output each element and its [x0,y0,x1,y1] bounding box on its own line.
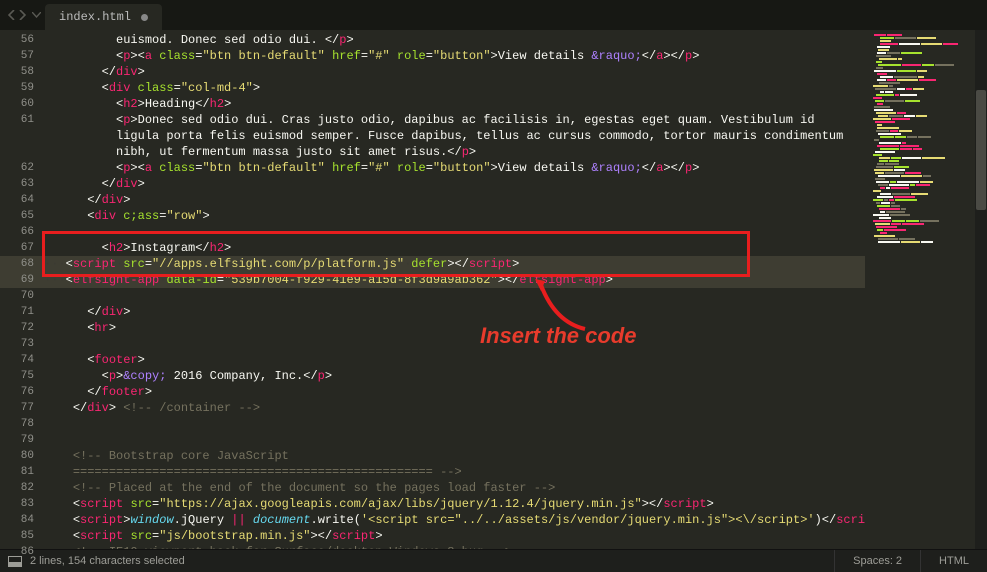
code-line: nibh, ut fermentum massa justo sit amet … [44,144,865,160]
line-number: 73 [0,336,44,352]
line-number: 56 [0,32,44,48]
code-line: <p><a class="btn btn-default" href="#" r… [44,160,865,176]
code-line: </div> [44,304,865,320]
tab-index-html[interactable]: index.html [45,4,162,30]
status-bar: 2 lines, 154 characters selected Spaces:… [0,549,987,572]
code-line: </div> [44,64,865,80]
status-indent[interactable]: Spaces: 2 [834,550,920,572]
line-number [0,144,44,160]
code-line: <!-- Placed at the end of the document s… [44,480,865,496]
code-line: <p>Donec sed odio dui. Cras justo odio, … [44,112,865,128]
code-line: ligula porta felis euismod semper. Fusce… [44,128,865,144]
code-line: <script src="js/bootstrap.min.js"></scri… [44,528,865,544]
status-syntax[interactable]: HTML [920,550,987,572]
code-line: <!-- IE10 viewport hack for Surface/desk… [44,544,865,549]
code-line: ···<script·src="//apps.elfsight.com/p/pl… [44,256,865,272]
line-number: 83 [0,496,44,512]
code-line: <!-- Bootstrap core JavaScript [44,448,865,464]
line-number: 77 [0,400,44,416]
line-number: 81 [0,464,44,480]
selection-info[interactable]: 2 lines, 154 characters selected [28,555,834,567]
code-line [44,288,865,304]
tab-title: index.html [59,10,131,24]
tab-dirty-indicator [141,14,148,21]
line-number: 70 [0,288,44,304]
line-number: 76 [0,384,44,400]
line-number: 79 [0,432,44,448]
code-line [44,432,865,448]
minimap[interactable] [865,30,975,549]
code-line: euismod. Donec sed odio dui. </p> [44,32,865,48]
code-line: <footer> [44,352,865,368]
line-number: 59 [0,80,44,96]
code-line: <hr> [44,320,865,336]
code-line: ========================================… [44,464,865,480]
code-line: ···<elfsight-app·data-id="539b7004-f929-… [44,272,865,288]
code-line: </div> [44,176,865,192]
code-line: </footer> [44,384,865,400]
line-number: 60 [0,96,44,112]
line-number: 72 [0,320,44,336]
code-line [44,224,865,240]
code-line: <p>&copy; 2016 Company, Inc.</p> [44,368,865,384]
scrollbar-vertical[interactable] [975,30,987,549]
line-number [0,128,44,144]
code-content[interactable]: euismod. Donec sed odio dui. </p> <p><a … [44,30,865,549]
line-number: 84 [0,512,44,528]
nav-left-icon[interactable] [8,10,16,20]
code-line [44,336,865,352]
line-number: 63 [0,176,44,192]
line-number: 58 [0,64,44,80]
line-number: 61 [0,112,44,128]
line-number: 86 [0,544,44,560]
line-number: 65 [0,208,44,224]
tab-nav-arrows [4,10,45,20]
line-number: 80 [0,448,44,464]
line-number: 78 [0,416,44,432]
code-line: <p><a class="btn btn-default" href="#" r… [44,48,865,64]
line-number: 75 [0,368,44,384]
code-line: <script>window.jQuery || document.write(… [44,512,865,528]
line-number: 82 [0,480,44,496]
tab-bar: index.html [0,0,987,30]
scroll-thumb[interactable] [976,90,986,210]
line-number: 69 [0,272,44,288]
line-number: 68 [0,256,44,272]
editor-area: 565758596061 6263646566676869707172737475… [0,30,987,549]
line-number: 57 [0,48,44,64]
code-line: </div> <!-- /container --> [44,400,865,416]
line-number-gutter: 565758596061 6263646566676869707172737475… [0,30,44,549]
code-line: <h2>Instagram</h2> [44,240,865,256]
code-line: </div> [44,192,865,208]
line-number: 74 [0,352,44,368]
nav-dropdown-icon[interactable] [32,12,41,18]
line-number: 71 [0,304,44,320]
line-number: 64 [0,192,44,208]
nav-right-icon[interactable] [18,10,26,20]
code-line: <script src="https://ajax.googleapis.com… [44,496,865,512]
line-number: 66 [0,224,44,240]
line-number: 67 [0,240,44,256]
code-line: <h2>Heading</h2> [44,96,865,112]
line-number: 62 [0,160,44,176]
code-line: <div class="col-md-4"> [44,80,865,96]
line-number: 85 [0,528,44,544]
code-line: <div c;ass="row"> [44,208,865,224]
code-line [44,416,865,432]
